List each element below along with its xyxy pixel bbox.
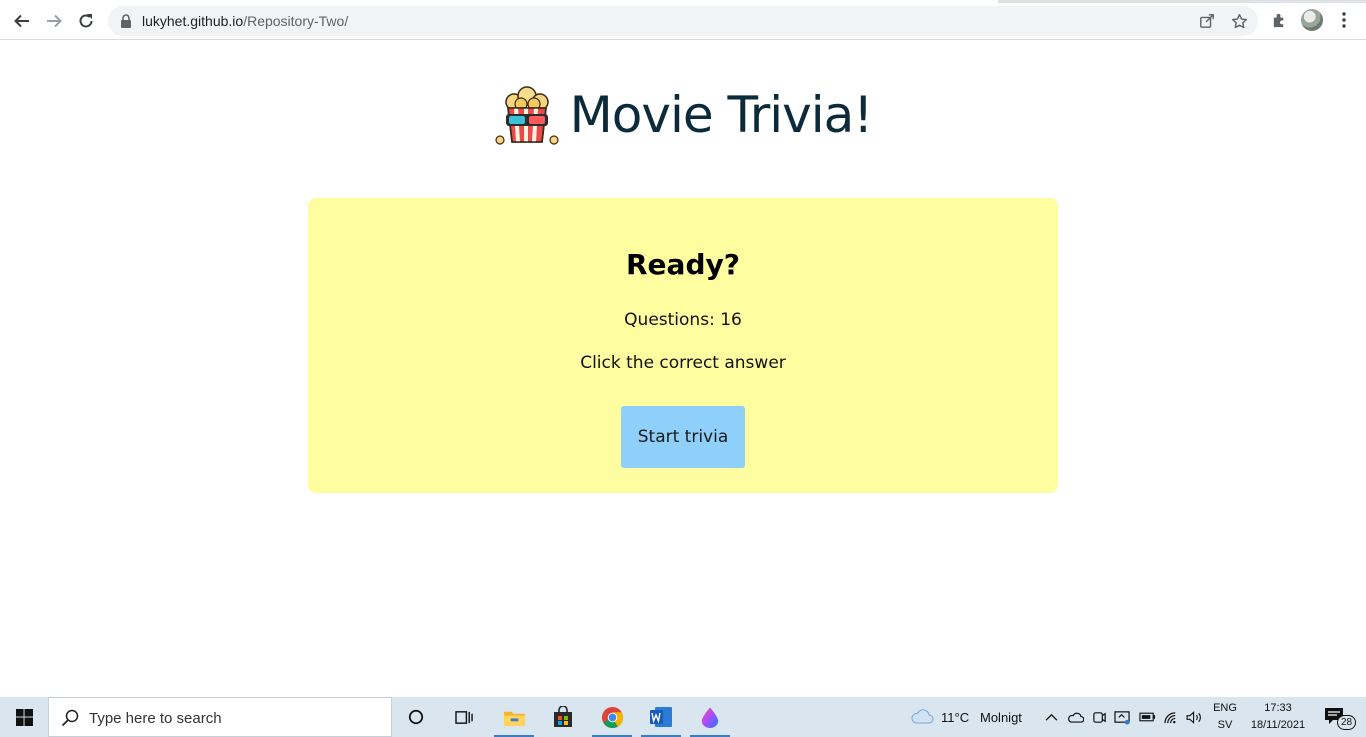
start-card: Ready? Questions: 16 Click the correct a… [308, 198, 1058, 493]
paint-app[interactable] [686, 697, 734, 737]
search-placeholder: Type here to search [89, 710, 222, 727]
cortana-button[interactable] [392, 697, 440, 737]
clock-date[interactable]: 18/11/2021 [1246, 719, 1310, 731]
action-center-button[interactable]: 28 [1322, 706, 1356, 730]
url-text: lukyhet.github.io/Repository-Two/ [142, 13, 348, 29]
onedrive-cloud-icon[interactable] [1066, 708, 1084, 726]
word-app[interactable] [637, 697, 685, 737]
language-code[interactable]: ENG [1212, 702, 1238, 714]
keyboard-layout[interactable]: SV [1212, 719, 1238, 731]
reload-icon [79, 14, 93, 28]
browser-toolbar: lukyhet.github.io/Repository-Two/ [0, 0, 1366, 40]
search-icon [61, 709, 79, 727]
share-icon[interactable] [1198, 12, 1216, 30]
lock-icon [121, 14, 131, 28]
store-app[interactable] [539, 697, 587, 737]
extensions-puzzle-icon[interactable] [1269, 10, 1289, 30]
notification-count-badge: 28 [1337, 715, 1356, 730]
weather-description[interactable]: Molnigt [980, 710, 1022, 725]
bookmark-star-icon[interactable] [1230, 12, 1248, 30]
task-view-icon [454, 710, 473, 724]
url-host: lukyhet.github.io [142, 13, 244, 29]
address-bar[interactable]: lukyhet.github.io/Repository-Two/ [108, 6, 1258, 36]
start-trivia-button[interactable]: Start trivia [621, 406, 745, 468]
reload-button[interactable] [73, 8, 99, 34]
weather-cloud-icon [911, 709, 934, 724]
battery-icon[interactable] [1138, 708, 1156, 726]
page-header: Movie Trivia! [0, 70, 1366, 160]
chrome-menu-icon[interactable] [1334, 10, 1354, 30]
taskbar-search-box[interactable]: Type here to search [48, 697, 392, 737]
show-hidden-icons-chevron-icon[interactable] [1042, 708, 1060, 726]
device-sync-icon[interactable] [1113, 708, 1131, 726]
instructions-text: Click the correct answer [580, 353, 786, 373]
forward-arrow-icon [47, 14, 62, 28]
weather-temperature[interactable]: 11°C [941, 710, 969, 725]
wifi-icon[interactable] [1162, 708, 1180, 726]
chrome-app[interactable] [588, 697, 636, 737]
popcorn-3d-glasses-icon [495, 86, 559, 145]
card-title: Ready? [626, 248, 740, 281]
volume-icon[interactable] [1185, 708, 1203, 726]
paint-drop-icon [701, 707, 719, 728]
folder-icon [503, 711, 525, 726]
store-bag-icon [554, 706, 572, 727]
back-button[interactable] [9, 8, 35, 34]
url-path: /Repository-Two/ [243, 13, 349, 29]
active-tab-indicator [0, 0, 998, 3]
profile-avatar[interactable] [1301, 9, 1323, 31]
chrome-logo-icon [601, 706, 623, 728]
windows-start-button[interactable] [0, 697, 48, 737]
file-explorer-app[interactable] [490, 697, 538, 737]
cortana-circle-icon [408, 709, 424, 725]
back-arrow-icon [14, 14, 29, 28]
task-view-button[interactable] [440, 697, 488, 737]
tab-strip [0, 0, 1366, 3]
page-title: Movie Trivia! [569, 86, 874, 144]
clock-time[interactable]: 17:33 [1246, 702, 1310, 714]
taskbar: Type here to search 11°C Molnigt ENG SV … [0, 697, 1366, 737]
questions-count: Questions: 16 [624, 310, 742, 330]
forward-button[interactable] [41, 8, 67, 34]
meet-now-icon[interactable] [1090, 708, 1108, 726]
word-logo-icon [650, 707, 672, 727]
windows-logo-icon [15, 708, 33, 726]
